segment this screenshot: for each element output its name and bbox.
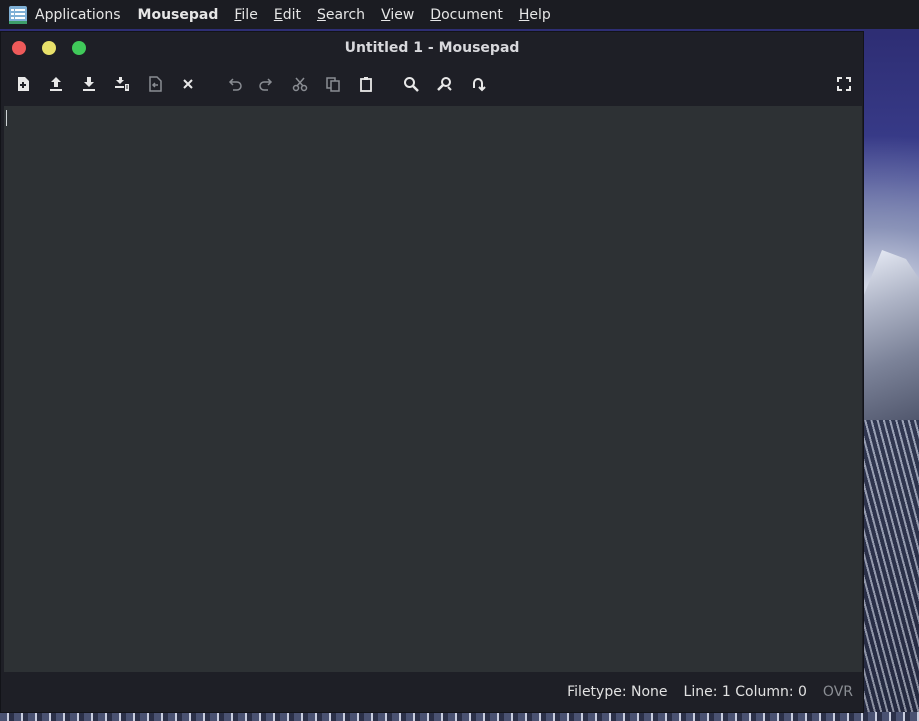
revert-icon[interactable] — [145, 74, 165, 94]
paste-icon[interactable] — [356, 74, 376, 94]
filetype-status[interactable]: Filetype: None — [567, 684, 667, 700]
wallpaper-bottom-strip — [0, 712, 919, 721]
menu-document-mnemonic: D — [430, 6, 442, 23]
redo-icon[interactable] — [256, 74, 276, 94]
menu-edit[interactable]: Edit — [266, 7, 309, 23]
go-to-line-icon[interactable] — [468, 74, 488, 94]
menu-search[interactable]: Search — [309, 7, 373, 23]
text-cursor — [6, 110, 7, 126]
undo-icon[interactable] — [225, 74, 245, 94]
save-as-icon[interactable] — [112, 74, 132, 94]
menu-view[interactable]: View — [373, 7, 422, 23]
toolbar — [1, 66, 863, 102]
fullscreen-icon[interactable] — [834, 74, 854, 94]
menu-search-mnemonic: S — [316, 6, 326, 23]
cursor-position-status: Line: 1 Column: 0 — [683, 684, 807, 700]
mousepad-window: Untitled 1 - Mousepad Filetype: None Lin… — [0, 31, 864, 713]
copy-icon[interactable] — [323, 74, 343, 94]
find-replace-icon[interactable] — [435, 74, 455, 94]
overwrite-mode-status[interactable]: OVR — [823, 684, 853, 700]
menu-view-rest: iew — [390, 6, 415, 23]
cut-icon[interactable] — [290, 74, 310, 94]
applications-menu[interactable]: Applications — [33, 7, 130, 23]
menu-help-rest: elp — [529, 6, 551, 23]
menu-view-mnemonic: V — [381, 6, 391, 23]
close-tab-icon[interactable] — [178, 74, 198, 94]
menu-edit-mnemonic: E — [273, 6, 283, 23]
menu-search-rest: earch — [325, 6, 366, 23]
find-icon[interactable] — [401, 74, 421, 94]
status-bar: Filetype: None Line: 1 Column: 0 OVR — [1, 672, 863, 712]
open-file-icon[interactable] — [46, 74, 66, 94]
menu-document-rest: ocument — [441, 6, 503, 23]
text-editor-area[interactable] — [4, 106, 862, 672]
window-title: Untitled 1 - Mousepad — [344, 40, 520, 56]
menu-help[interactable]: Help — [511, 7, 559, 23]
menu-document[interactable]: Document — [422, 7, 511, 23]
menu-help-mnemonic: H — [518, 6, 530, 23]
window-titlebar[interactable]: Untitled 1 - Mousepad — [1, 32, 863, 64]
active-app-name[interactable]: Mousepad — [130, 7, 227, 23]
wallpaper-mountain — [864, 250, 919, 430]
menu-file-rest: ile — [241, 6, 258, 23]
save-icon[interactable] — [79, 74, 99, 94]
new-document-icon[interactable] — [13, 74, 33, 94]
top-panel: Applications Mousepad File Edit Search V… — [0, 0, 919, 29]
menu-edit-rest: dit — [282, 6, 301, 23]
applications-menu-icon[interactable] — [7, 4, 29, 26]
wallpaper-trees — [864, 420, 919, 721]
menu-file[interactable]: File — [226, 7, 265, 23]
